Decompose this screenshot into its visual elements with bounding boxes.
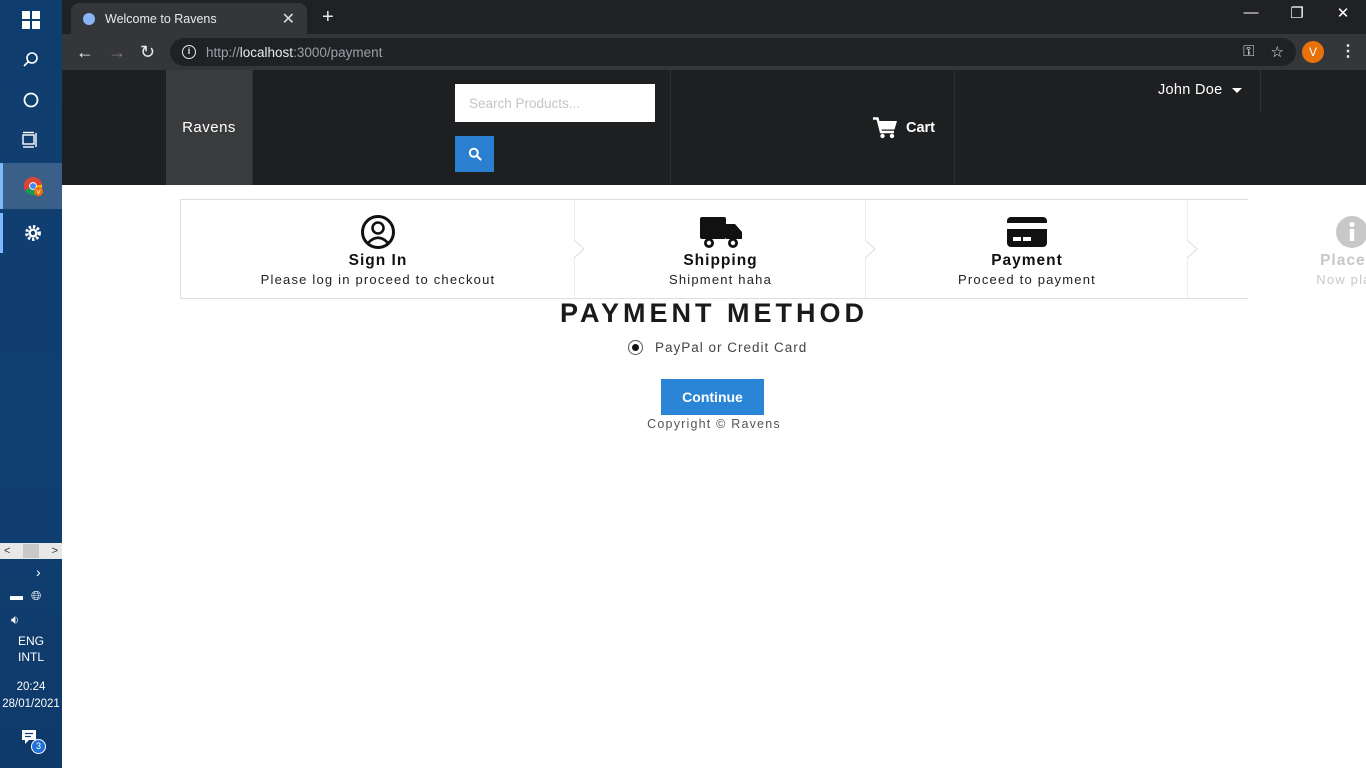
scroll-thumb[interactable] — [23, 544, 39, 558]
scroll-right-icon[interactable]: > — [52, 545, 58, 557]
browser-menu-kebab-icon[interactable]: ⋮ — [1340, 41, 1356, 61]
url-scheme: http:// — [206, 44, 240, 60]
reload-icon[interactable]: ↻ — [140, 42, 155, 63]
step-subtitle: Proceed to payment — [958, 272, 1096, 287]
url-path: :3000/payment — [293, 44, 383, 60]
chrome-profile-letter: V — [36, 189, 41, 196]
page-title: PAYMENT METHOD — [559, 298, 869, 328]
cortana-button[interactable] — [0, 80, 62, 120]
back-arrow-icon[interactable]: ← — [76, 42, 94, 63]
cart-label: Cart — [906, 120, 936, 136]
browser-tab-active[interactable]: Welcome to Ravens ✕ — [71, 3, 307, 34]
truck-icon — [699, 217, 742, 248]
network-globe-icon[interactable]: 🌐︎ — [31, 588, 41, 604]
step-title: Place O — [1320, 252, 1366, 269]
new-tab-plus-icon[interactable]: + — [322, 6, 334, 29]
step-title: Payment — [991, 252, 1063, 269]
windows-start-button[interactable] — [0, 0, 62, 40]
search-input[interactable] — [455, 84, 655, 122]
browser-toolbar: ← → ↻ i http://localhost:3000/payment ⚿ … — [62, 34, 1366, 70]
language-indicator[interactable]: ENG INTL — [0, 633, 62, 665]
caret-down-icon — [1232, 87, 1243, 93]
site-info-icon[interactable]: i — [182, 45, 196, 59]
address-bar[interactable]: i http://localhost:3000/payment ⚿ ☆ — [170, 38, 1296, 66]
footer-copyright: Copyright © Ravens — [647, 417, 781, 431]
address-url[interactable]: http://localhost:3000/payment — [206, 45, 382, 60]
info-icon — [1336, 216, 1366, 248]
system-tray: ▬ 🌐︎ — [10, 588, 41, 604]
search-icon — [23, 52, 38, 67]
navbar-divider — [252, 70, 253, 185]
navbar-divider — [954, 70, 955, 185]
minimize-window-icon[interactable]: — — [1228, 4, 1274, 21]
language-code: ENG — [17, 634, 44, 648]
step-place-order: Place O Now place — [1252, 200, 1366, 298]
cart-link[interactable]: Cart — [873, 117, 935, 139]
close-window-icon[interactable]: ✕ — [1320, 4, 1366, 22]
browser-tab-strip: Welcome to Ravens ✕ + — ❐ ✕ — [62, 0, 1366, 34]
key-icon[interactable]: ⚿ — [1243, 43, 1254, 61]
gear-icon — [24, 225, 41, 241]
step-separator — [1187, 200, 1198, 298]
step-shipping[interactable]: Shipping Shipment haha — [575, 200, 866, 298]
continue-button[interactable]: Continue — [661, 379, 764, 415]
credit-card-icon — [1007, 217, 1047, 247]
volume-icon[interactable]: 🔉︎ — [11, 612, 19, 628]
task-view-button[interactable] — [0, 120, 62, 160]
url-host: localhost — [239, 44, 294, 60]
radio-button[interactable] — [628, 340, 643, 355]
windows-logo-icon — [22, 11, 40, 29]
chrome-icon: V — [23, 176, 43, 197]
search-icon — [468, 147, 482, 161]
step-title: Sign In — [348, 252, 408, 269]
checkout-steps: Sign In Please log in proceed to checkou… — [180, 199, 1366, 299]
step-payment[interactable]: Payment Proceed to payment — [866, 200, 1188, 298]
web-page: Ravens Cart John Doe Sign In Please log … — [62, 70, 1366, 768]
cortana-circle-icon — [23, 92, 39, 108]
task-view-icon — [22, 131, 37, 148]
bookmark-star-icon[interactable]: ☆ — [1271, 43, 1284, 61]
navbar-divider — [670, 70, 671, 185]
clock-time: 20:24 — [16, 681, 46, 693]
shopping-cart-icon — [873, 117, 897, 139]
profile-avatar[interactable]: V — [1302, 41, 1324, 63]
restore-window-icon[interactable]: ❐ — [1274, 4, 1320, 22]
tab-title: Welcome to Ravens — [105, 11, 217, 26]
step-subtitle: Shipment haha — [668, 272, 773, 287]
settings-taskbar-button[interactable] — [0, 213, 62, 253]
step-subtitle: Please log in proceed to checkout — [260, 272, 496, 287]
omnibox-actions: ⚿ ☆ — [1243, 43, 1284, 61]
step-title: Shipping — [683, 252, 758, 269]
tab-favicon-icon — [83, 12, 95, 25]
radio-selected-dot — [632, 344, 639, 351]
chrome-taskbar-button[interactable]: V — [0, 163, 62, 209]
search-button[interactable] — [455, 136, 494, 172]
battery-icon[interactable]: ▬ — [10, 588, 23, 604]
notification-count-badge: 3 — [31, 739, 46, 754]
keyboard-layout: INTL — [17, 650, 44, 664]
payment-option-label[interactable]: PayPal or Credit Card — [655, 340, 807, 355]
user-name: John Doe — [1158, 82, 1223, 98]
user-circle-icon — [361, 215, 395, 249]
close-tab-icon[interactable]: ✕ — [282, 9, 295, 29]
taskbar-scrollbar[interactable]: < > — [0, 543, 62, 559]
scroll-left-icon[interactable]: < — [4, 545, 10, 557]
show-hidden-icons-chevron-icon[interactable]: › — [36, 564, 41, 580]
payment-option-paypal[interactable]: PayPal or Credit Card — [628, 340, 807, 355]
navbar-divider — [1260, 70, 1261, 112]
windows-taskbar: V < > › ▬ 🌐︎ 🔉︎ ENG INTL 20:24 28/01/202… — [0, 0, 62, 768]
search-taskbar-button[interactable] — [0, 40, 62, 80]
step-subtitle: Now place — [1316, 272, 1366, 287]
site-navbar: Ravens Cart John Doe — [62, 70, 1366, 185]
clock-date: 28/01/2021 — [2, 698, 60, 710]
system-clock[interactable]: 20:24 28/01/2021 — [0, 679, 62, 713]
user-menu-dropdown[interactable]: John Doe — [1158, 82, 1243, 98]
step-sign-in[interactable]: Sign In Please log in proceed to checkou… — [181, 200, 575, 298]
forward-arrow-icon[interactable]: → — [108, 42, 126, 63]
brand-logo-link[interactable]: Ravens — [166, 70, 252, 185]
